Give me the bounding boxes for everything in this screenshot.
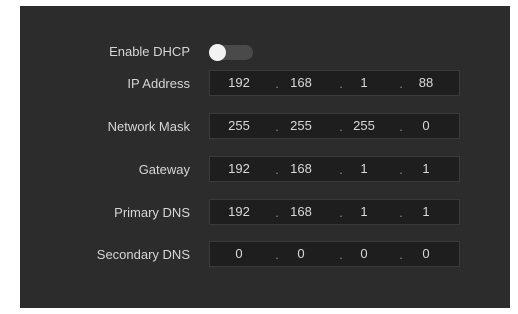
network-mask-field[interactable]: . . . <box>209 113 460 139</box>
primary-dns-octet-1[interactable] <box>218 200 260 224</box>
network-mask-octet-1[interactable] <box>218 114 260 138</box>
network-mask-octet-2[interactable] <box>280 114 322 138</box>
gateway-label: Gateway <box>138 162 190 177</box>
network-mask-octet-4[interactable] <box>405 114 447 138</box>
secondary-dns-octet-1[interactable] <box>218 242 260 266</box>
ip-address-octet-4[interactable] <box>405 71 447 95</box>
ip-address-octet-3[interactable] <box>343 71 385 95</box>
network-mask-row: Network Mask . . . <box>20 113 510 141</box>
ip-address-octet-2[interactable] <box>280 71 322 95</box>
secondary-dns-octet-2[interactable] <box>280 242 322 266</box>
network-mask-label: Network Mask <box>107 119 190 134</box>
gateway-field[interactable]: . . . <box>209 156 460 182</box>
primary-dns-row: Primary DNS . . . <box>20 199 510 227</box>
secondary-dns-octet-3[interactable] <box>343 242 385 266</box>
dhcp-row: Enable DHCP <box>20 38 510 66</box>
toggle-knob <box>209 44 226 61</box>
gateway-octet-3[interactable] <box>343 157 385 181</box>
network-mask-octet-3[interactable] <box>343 114 385 138</box>
network-settings-panel: Enable DHCP IP Address . . . Network Mas… <box>20 6 510 308</box>
ip-address-label: IP Address <box>127 76 190 91</box>
secondary-dns-field[interactable]: . . . <box>209 241 460 267</box>
primary-dns-octet-3[interactable] <box>343 200 385 224</box>
gateway-row: Gateway . . . <box>20 156 510 184</box>
dhcp-toggle[interactable] <box>209 44 253 61</box>
gateway-octet-2[interactable] <box>280 157 322 181</box>
primary-dns-octet-4[interactable] <box>405 200 447 224</box>
secondary-dns-octet-4[interactable] <box>405 242 447 266</box>
ip-address-row: IP Address . . . <box>20 70 510 98</box>
gateway-octet-1[interactable] <box>218 157 260 181</box>
ip-address-field[interactable]: . . . <box>209 70 460 96</box>
primary-dns-label: Primary DNS <box>114 205 190 220</box>
gateway-octet-4[interactable] <box>405 157 447 181</box>
secondary-dns-row: Secondary DNS . . . <box>20 241 510 269</box>
secondary-dns-label: Secondary DNS <box>96 247 190 262</box>
primary-dns-field[interactable]: . . . <box>209 199 460 225</box>
dhcp-label: Enable DHCP <box>109 44 190 59</box>
ip-address-octet-1[interactable] <box>218 71 260 95</box>
primary-dns-octet-2[interactable] <box>280 200 322 224</box>
